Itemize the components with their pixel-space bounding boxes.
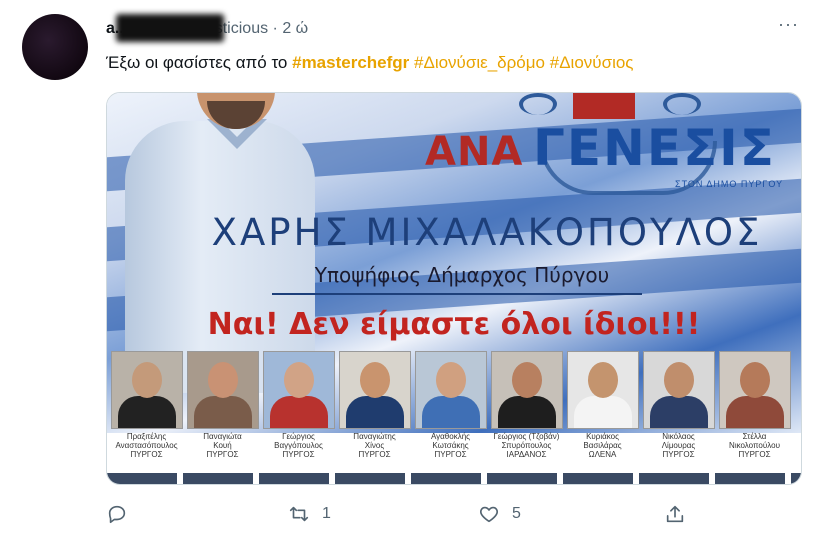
person-card: Παναγιώτης Χίνος ΠΥΡΓΟΣ bbox=[338, 351, 411, 467]
person-caption: Γεώργιος Βαγγόπουλος ΠΥΡΓΟΣ bbox=[274, 432, 323, 459]
laurel-icon bbox=[519, 93, 557, 115]
redaction-blur bbox=[116, 14, 224, 42]
candidate-title: Υποψήφιος Δήμαρχος Πύργου bbox=[314, 263, 610, 287]
person-caption: Παναγιώτης Χίνος ΠΥΡΓΟΣ bbox=[353, 432, 396, 459]
like-count: 5 bbox=[512, 505, 521, 522]
share-icon bbox=[666, 505, 684, 523]
title-underline bbox=[272, 293, 642, 295]
person-card: Νικόλαος Λίμουρας ΠΥΡΓΟΣ bbox=[642, 351, 715, 467]
display-name[interactable]: a...ous bbox=[106, 14, 224, 42]
more-icon[interactable]: ··· bbox=[778, 14, 799, 35]
reply-button[interactable] bbox=[106, 503, 128, 525]
like-icon bbox=[480, 506, 498, 523]
tweet[interactable]: a...ous @_littlesticious · 2 ώ ··· Έξω ο… bbox=[0, 0, 828, 558]
like-button[interactable]: 5 bbox=[478, 503, 521, 525]
person-photo bbox=[338, 351, 411, 429]
person-card: Γεώργιος (Τζοβάν) Σπυρόπουλος ΙΑΡΔΑΝΟΣ bbox=[490, 351, 563, 467]
tweet-image[interactable]: ΑΝΑ ΓΕΝΕΣΙΣ ΣΤΟΝ ΔΗΜΟ ΠΥΡΓΟΥ ΧΑΡΗΣ ΜΙΧΑΛ… bbox=[106, 92, 802, 485]
logo-genesis: ΓΕΝΕΣΙΣ bbox=[533, 119, 776, 177]
person-caption: Παναγιώτα Κουή ΠΥΡΓΟΣ bbox=[203, 432, 242, 459]
person-caption: Αγαθοκλής Κωτσάκης ΠΥΡΓΟΣ bbox=[430, 432, 471, 459]
hashtag-dionysie-dromo[interactable]: #Διονύσιε_δρόμο bbox=[414, 53, 545, 72]
person-caption: Κυριάκος Βασιλάρας ΩΛΕΝΑ bbox=[583, 432, 622, 459]
person-photo bbox=[490, 351, 563, 429]
person-photo bbox=[566, 351, 639, 429]
slogan: Ναι! Δεν είμαστε όλοι ίδιοι!!! bbox=[207, 307, 701, 342]
person-card: Γεώργιος Βαγγόπουλος ΠΥΡΓΟΣ bbox=[262, 351, 335, 467]
person-card: Παναγιώτα Κουή ΠΥΡΓΟΣ bbox=[186, 351, 259, 467]
avatar[interactable] bbox=[22, 14, 88, 80]
retweet-icon bbox=[289, 506, 309, 522]
person-photo bbox=[186, 351, 259, 429]
tweet-text-prefix: Έξω οι φασίστες από το bbox=[106, 53, 293, 72]
person-photo bbox=[642, 351, 715, 429]
tweet-text: Έξω οι φασίστες από το #masterchefgr #Δι… bbox=[106, 53, 634, 73]
action-bar: 1 5 bbox=[106, 503, 706, 529]
person-caption: Νικόλαος Λίμουρας ΠΥΡΓΟΣ bbox=[661, 432, 696, 459]
candidate-list: Πραξιτέλης Αναστασόπουλος ΠΥΡΓΟΣ Παναγιώτα… bbox=[110, 351, 801, 467]
timestamp[interactable]: 2 ώ bbox=[282, 20, 308, 37]
logo-ana: ΑΝΑ bbox=[425, 129, 524, 175]
person-photo bbox=[414, 351, 487, 429]
retweet-button[interactable]: 1 bbox=[288, 503, 331, 525]
separator: · bbox=[272, 20, 278, 37]
castle-emblem bbox=[573, 93, 635, 119]
person-card: Πραξιτέλης Αναστασόπουλος ΠΥΡΓΟΣ bbox=[110, 351, 183, 467]
person-photo bbox=[718, 351, 791, 429]
next-row-strip bbox=[107, 473, 801, 484]
person-card: Κυριάκος Βασιλάρας ΩΛΕΝΑ bbox=[566, 351, 639, 467]
logo-subtitle: ΣΤΟΝ ΔΗΜΟ ΠΥΡΓΟΥ bbox=[675, 179, 784, 189]
laurel-icon bbox=[663, 93, 701, 115]
person-photo bbox=[262, 351, 335, 429]
person-caption: Γεώργιος (Τζοβάν) Σπυρόπουλος ΙΑΡΔΑΝΟΣ bbox=[493, 432, 560, 459]
person-caption: Στέλλα Νικολοπούλου ΠΥΡΓΟΣ bbox=[729, 432, 780, 459]
candidate-name: ΧΑΡΗΣ ΜΙΧΑΛΑΚΟΠΟΥΛΟΣ bbox=[211, 211, 763, 254]
share-button[interactable] bbox=[664, 503, 686, 525]
retweet-count: 1 bbox=[322, 505, 331, 522]
hashtag-masterchefgr[interactable]: #masterchefgr bbox=[292, 53, 409, 72]
tweet-header: a...ous @_littlesticious · 2 ώ bbox=[106, 14, 308, 42]
person-card: Στέλλα Νικολοπούλου ΠΥΡΓΟΣ bbox=[718, 351, 791, 467]
hashtag-dionysios[interactable]: #Διονύσιος bbox=[550, 53, 634, 72]
person-caption: Πραξιτέλης Αναστασόπουλος ΠΥΡΓΟΣ bbox=[115, 432, 178, 459]
person-card: Αγαθοκλής Κωτσάκης ΠΥΡΓΟΣ bbox=[414, 351, 487, 467]
reply-icon bbox=[108, 505, 126, 524]
person-photo bbox=[110, 351, 183, 429]
